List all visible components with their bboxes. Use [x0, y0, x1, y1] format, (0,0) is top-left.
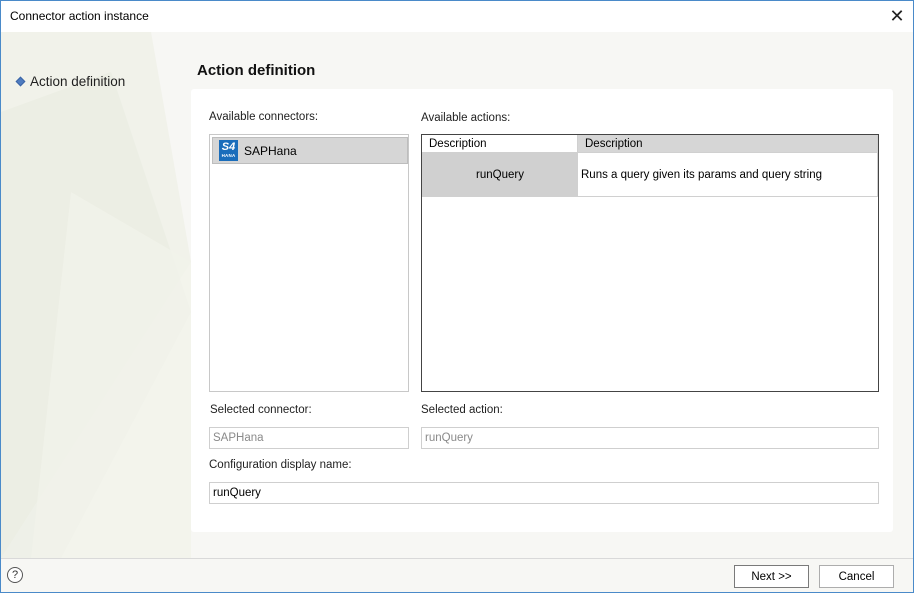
table-row[interactable]: runQuery Runs a query given its params a… [422, 153, 878, 197]
selected-action-label: Selected action: [421, 404, 503, 416]
close-icon[interactable]: ✕ [887, 6, 907, 26]
available-connectors-label: Available connectors: [209, 111, 319, 123]
config-display-name-label: Configuration display name: [209, 459, 352, 471]
action-description-cell: Runs a query given its params and query … [578, 153, 878, 196]
table-header-row: Description Description [422, 135, 878, 153]
help-icon[interactable]: ? [7, 567, 23, 583]
connector-item-saphana[interactable]: S4 HANA SAPHana [212, 137, 408, 164]
selected-connector-field[interactable] [209, 427, 409, 449]
available-actions-label: Available actions: [421, 112, 511, 124]
selected-action-field[interactable] [421, 427, 879, 449]
actions-table[interactable]: Description Description runQuery Runs a … [421, 134, 879, 392]
dialog-window: Connector action instance ✕ Action defin… [0, 0, 914, 593]
column-header-description-1[interactable]: Description [422, 135, 578, 153]
action-name-cell: runQuery [422, 153, 578, 196]
config-display-name-field[interactable] [209, 482, 879, 504]
hana-icon-text: HANA [221, 153, 236, 159]
footer-divider [1, 558, 913, 559]
window-title: Connector action instance [10, 9, 149, 23]
connectors-list[interactable]: S4 HANA SAPHana [209, 134, 409, 392]
s4-icon-text: S4 [221, 141, 236, 154]
connector-name: SAPHana [244, 143, 297, 158]
page-title: Action definition [197, 62, 316, 79]
s4-hana-icon: S4 HANA [219, 140, 238, 161]
next-button[interactable]: Next >> [734, 565, 809, 588]
cancel-button[interactable]: Cancel [819, 565, 894, 588]
column-header-description-2[interactable]: Description [578, 135, 878, 153]
wizard-nav-item-action-definition[interactable]: Action definition [15, 74, 126, 89]
title-bar: Connector action instance ✕ [1, 1, 913, 32]
diamond-bullet-icon [15, 76, 26, 87]
nav-item-label: Action definition [30, 74, 126, 89]
selected-connector-label: Selected connector: [210, 404, 312, 416]
